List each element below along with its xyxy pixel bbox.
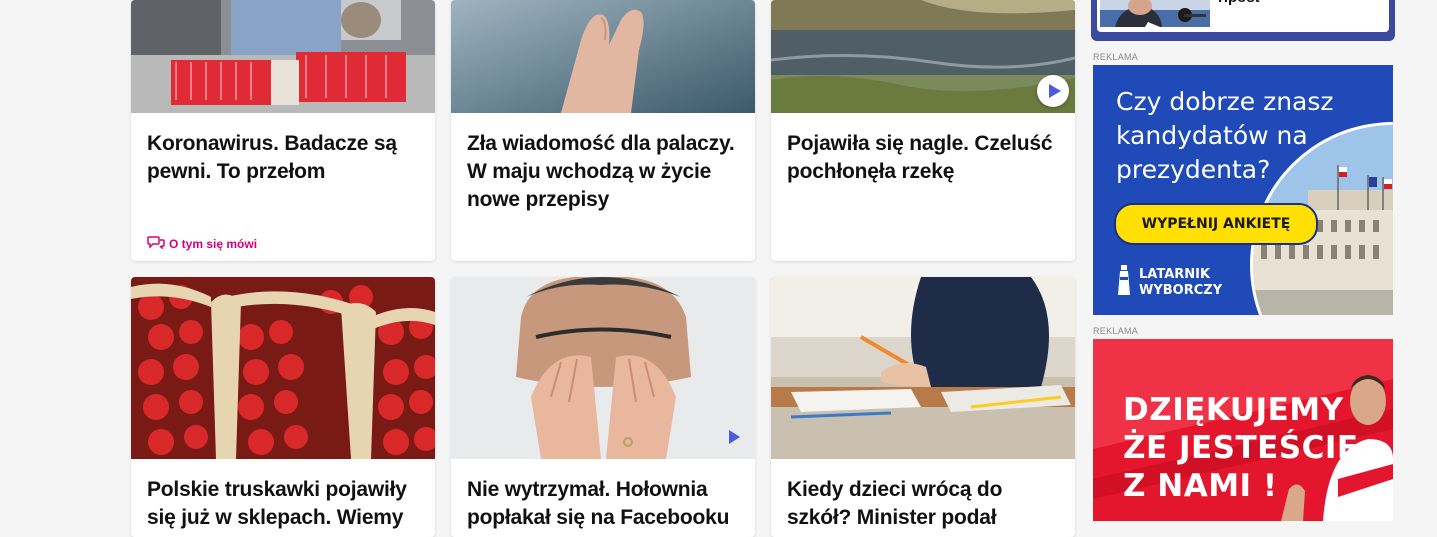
article-card[interactable]: Nie wytrzymał. Hołownia popłakał się na …	[451, 277, 755, 537]
ad-headline-line: Czy dobrze znasz	[1116, 87, 1334, 116]
ad-headline-line: kandydatów na	[1116, 121, 1308, 150]
article-thumbnail[interactable]	[771, 277, 1075, 459]
fill-survey-button[interactable]: WYPEŁNIJ ANKIETĘ	[1114, 203, 1318, 245]
article-title[interactable]: Koronawirus. Badacze są pewni. To przeło…	[147, 130, 421, 186]
article-title[interactable]: Polskie truskawki pojawiły się już w skl…	[147, 476, 421, 532]
ad-brand-line: LATARNIK	[1139, 266, 1211, 282]
play-button[interactable]	[1037, 75, 1069, 107]
ad-brand-line: WYBORCZY	[1139, 282, 1223, 298]
article-thumbnail[interactable]	[131, 0, 435, 113]
sidebar-teaser[interactable]: ripost	[1097, 0, 1389, 32]
article-thumbnail[interactable]	[451, 277, 755, 459]
sidebar-teaser-image[interactable]	[1100, 0, 1210, 27]
ad-headline: Czy dobrze znasz kandydatów na prezydent…	[1116, 85, 1334, 187]
ad-label: REKLAMA	[1093, 326, 1139, 336]
ad-headline-line: ŻE JESTEŚCIE	[1123, 430, 1359, 466]
article-card[interactable]: Pojawiła się nagle. Czeluść pochłonęła r…	[771, 0, 1075, 261]
article-card[interactable]: Koronawirus. Badacze są pewni. To przeło…	[131, 0, 435, 261]
sidebar-teaser-box[interactable]: ripost	[1091, 0, 1395, 41]
article-title[interactable]: Pojawiła się nagle. Czeluść pochłonęła r…	[787, 130, 1061, 186]
ad-label: REKLAMA	[1093, 52, 1139, 62]
article-thumbnail[interactable]	[771, 0, 1075, 113]
ad-headline: DZIĘKUJEMY ŻE JESTEŚCIE Z NAMI !	[1123, 391, 1359, 505]
article-card[interactable]: Zła wiadomość dla palaczy. W maju wchodz…	[451, 0, 755, 261]
article-title[interactable]: Zła wiadomość dla palaczy. W maju wchodz…	[467, 130, 741, 214]
ad-banner-survey[interactable]: Czy dobrze znasz kandydatów na prezydent…	[1093, 65, 1393, 315]
trending-tag[interactable]: O tym się mówi	[147, 236, 258, 252]
ad-headline-line: Z NAMI !	[1123, 468, 1278, 504]
article-thumbnail[interactable]	[451, 0, 755, 113]
article-card[interactable]: Polskie truskawki pojawiły się już w skl…	[131, 277, 435, 537]
article-title[interactable]: Kiedy dzieci wrócą do szkół? Minister po…	[787, 476, 1061, 532]
play-icon[interactable]	[729, 430, 740, 444]
article-title[interactable]: Nie wytrzymał. Hołownia popłakał się na …	[467, 476, 741, 532]
lighthouse-icon	[1117, 265, 1131, 300]
article-card[interactable]: Kiedy dzieci wrócą do szkół? Minister po…	[771, 277, 1075, 537]
trending-tag-label: O tym się mówi	[169, 237, 258, 251]
ad-headline-line: DZIĘKUJEMY	[1123, 392, 1344, 428]
article-thumbnail[interactable]	[131, 277, 435, 459]
speech-bubble-icon	[147, 236, 165, 252]
sidebar-teaser-text[interactable]: ripost	[1218, 0, 1260, 6]
ad-banner-thanks[interactable]: DZIĘKUJEMY ŻE JESTEŚCIE Z NAMI !	[1093, 339, 1393, 521]
ad-brand: LATARNIK WYBORCZY	[1117, 265, 1222, 300]
ad-headline-line: prezydenta?	[1116, 155, 1271, 184]
